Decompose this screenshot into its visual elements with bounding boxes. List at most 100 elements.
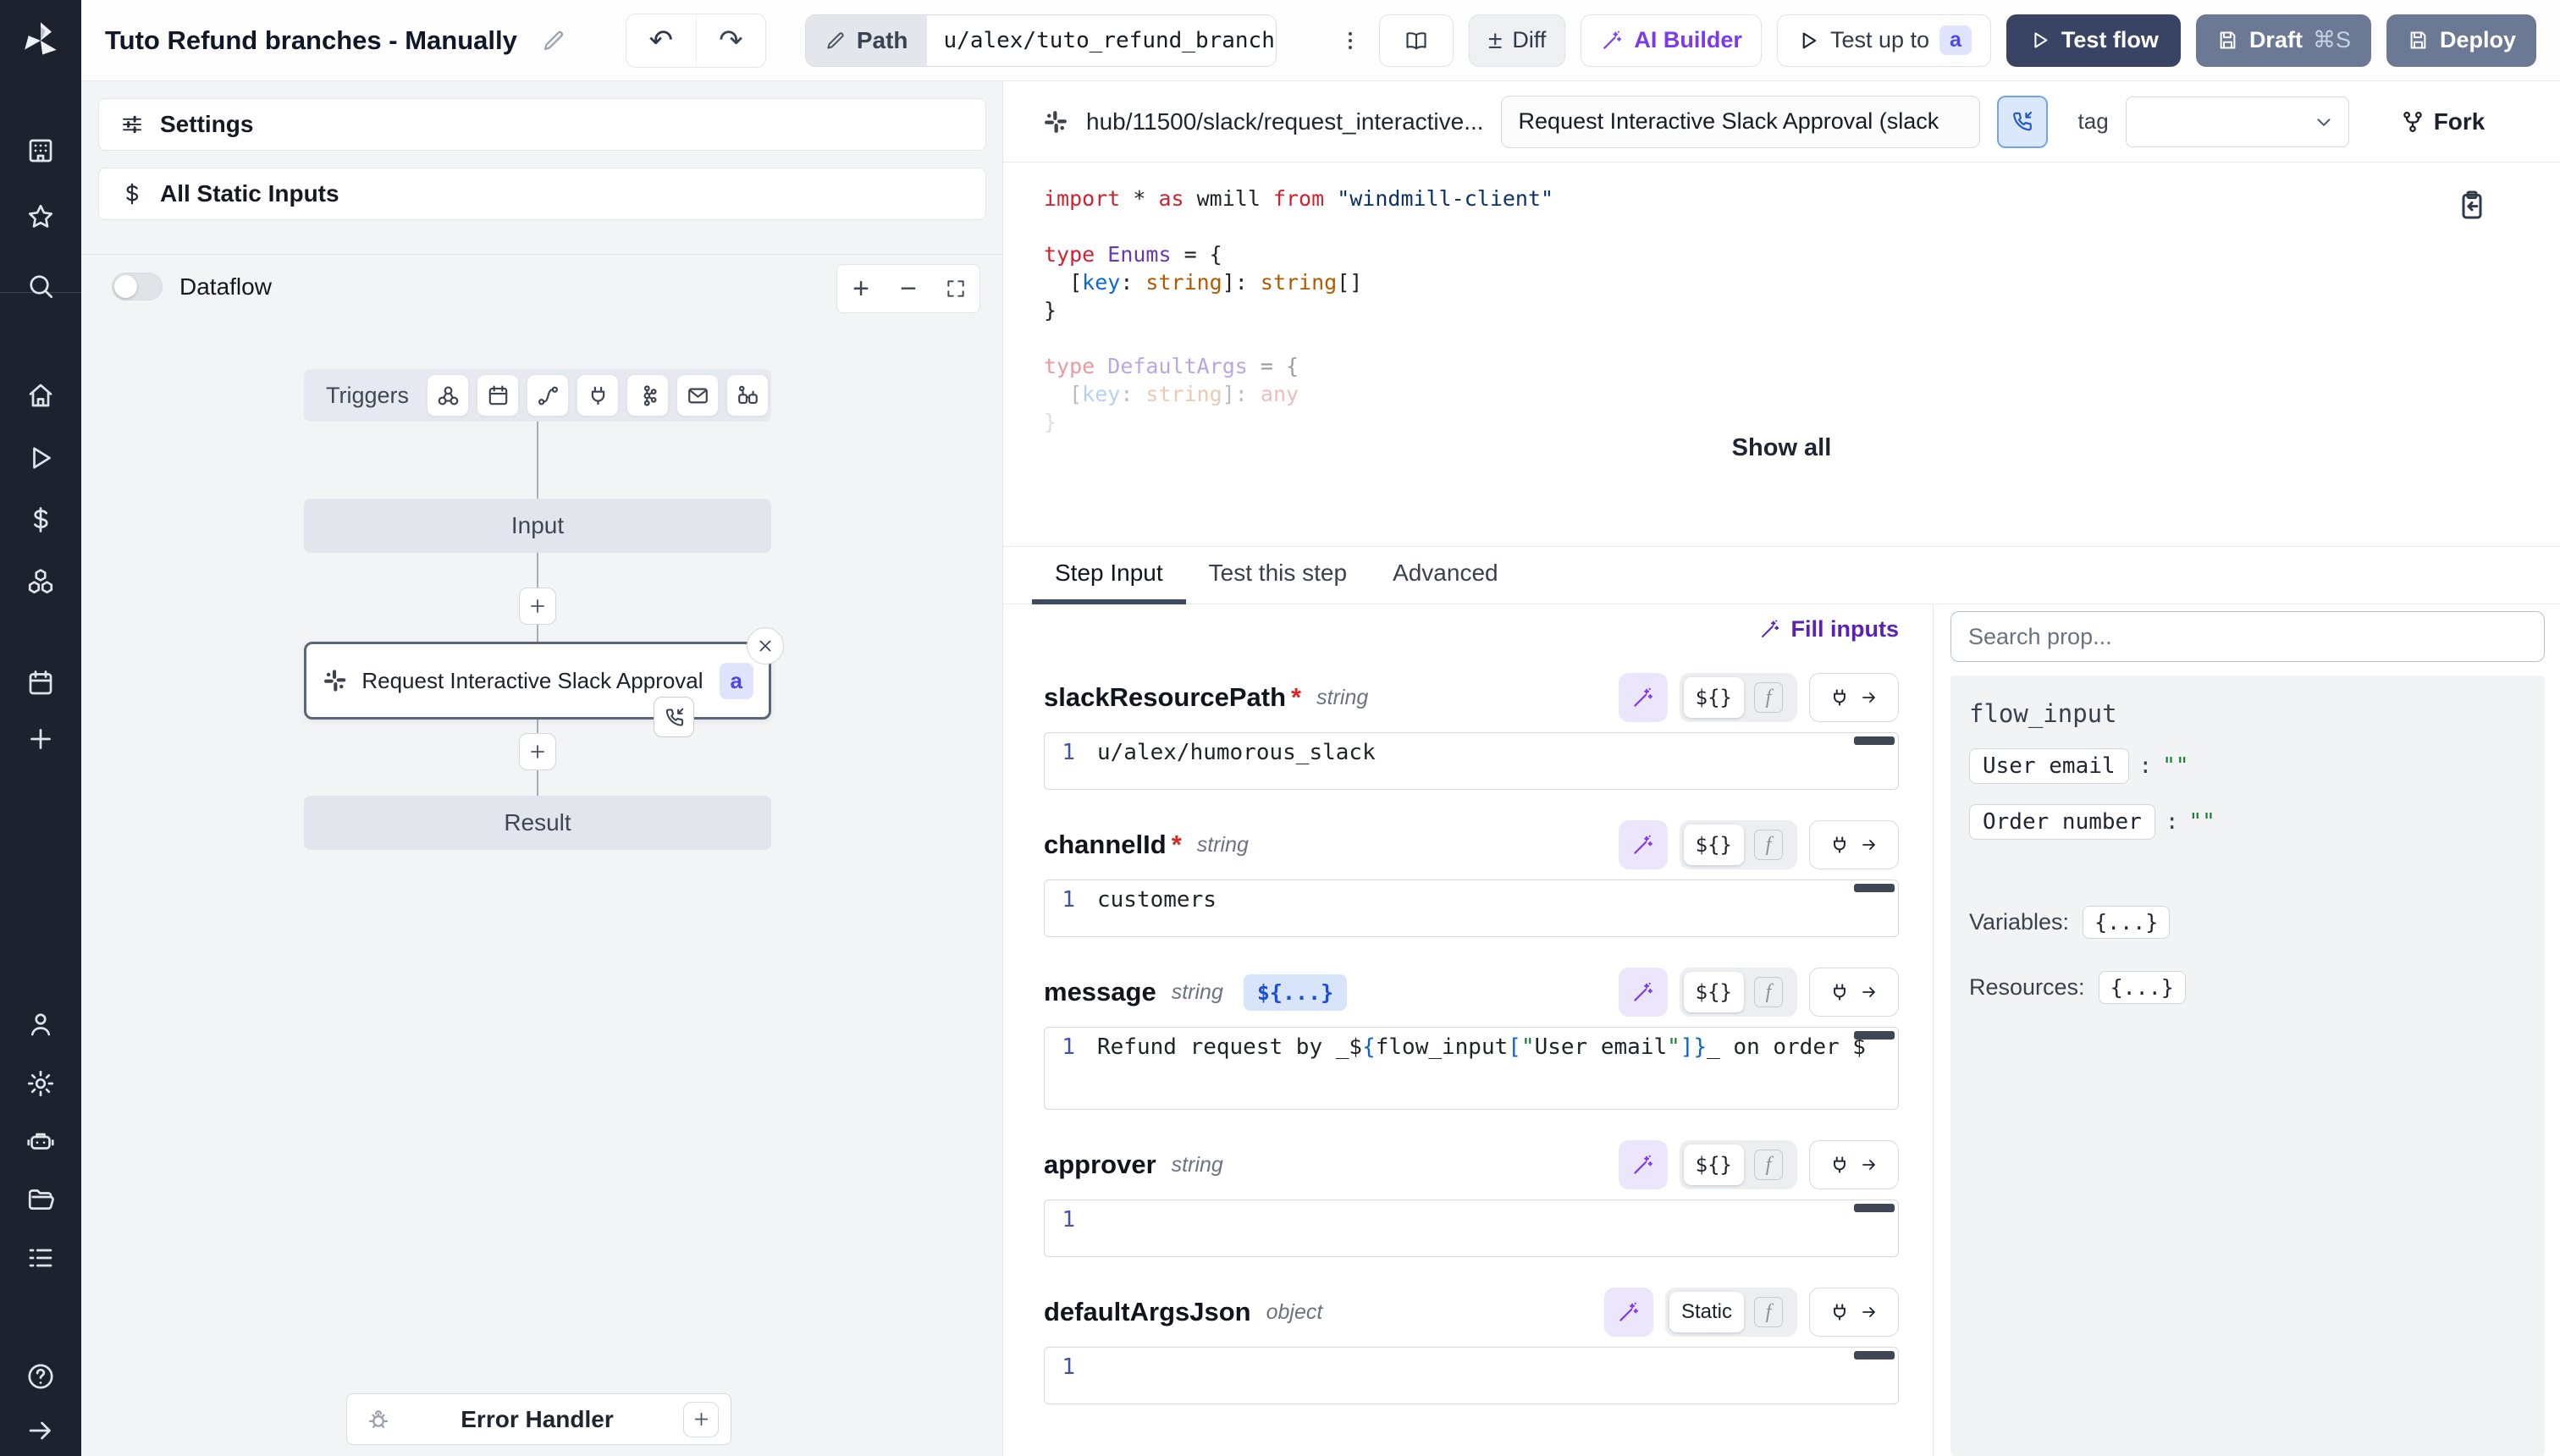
- diff-button[interactable]: ± Diff: [1469, 14, 1565, 67]
- show-all-button[interactable]: Show all: [1003, 434, 2560, 462]
- kafka-trigger-button[interactable]: [626, 374, 669, 416]
- sidebar-item-logs[interactable]: [0, 1243, 81, 1273]
- sidebar-item-resources[interactable]: [0, 566, 81, 597]
- insert-step-button[interactable]: [519, 587, 556, 625]
- dataflow-toggle[interactable]: [112, 273, 163, 301]
- draft-button[interactable]: Draft ⌘S: [2196, 14, 2371, 67]
- prop-extra-pill[interactable]: {...}: [2083, 906, 2170, 939]
- sidebar-item-workspace[interactable]: [0, 135, 81, 166]
- search-prop-input[interactable]: [1950, 611, 2545, 662]
- sidebar-item-add[interactable]: [0, 724, 81, 754]
- ai-builder-button[interactable]: AI Builder: [1581, 14, 1762, 67]
- edit-title-icon[interactable]: [541, 28, 566, 53]
- tab-advanced[interactable]: Advanced: [1370, 547, 1521, 604]
- sidebar-item-variables[interactable]: [0, 505, 81, 535]
- ai-fill-button[interactable]: [1604, 1288, 1653, 1337]
- undo-button[interactable]: ↶: [626, 14, 696, 67]
- step-name-input[interactable]: [1501, 96, 1980, 148]
- docs-button[interactable]: [1379, 14, 1454, 67]
- more-options-button[interactable]: [1337, 19, 1364, 63]
- sidebar-item-favorites[interactable]: [0, 201, 81, 232]
- fill-inputs-button[interactable]: Fill inputs: [1758, 616, 1900, 643]
- input-node[interactable]: Input: [304, 499, 771, 553]
- test-flow-button[interactable]: Test flow: [2006, 14, 2181, 67]
- sidebar-item-runs[interactable]: [0, 443, 81, 473]
- sidebar-item-user[interactable]: [0, 1009, 81, 1040]
- sidebar-item-help[interactable]: [0, 1361, 81, 1392]
- code-input-message[interactable]: 1Refund request by _${flow_input["User e…: [1044, 1027, 1899, 1110]
- paste-icon[interactable]: [2455, 188, 2489, 222]
- sidebar-item-settings[interactable]: [0, 1068, 81, 1099]
- template-mode-button[interactable]: ${}: [1684, 677, 1744, 718]
- sidebar-item-home[interactable]: [0, 380, 81, 411]
- code-input-channelId[interactable]: 1customers: [1044, 880, 1899, 937]
- triggers-node[interactable]: Triggers: [304, 369, 771, 422]
- http-route-trigger-button[interactable]: [527, 374, 569, 416]
- sidebar-item-folders[interactable]: [0, 1184, 81, 1215]
- editor-scrollbar[interactable]: [1854, 884, 1895, 892]
- static-mode-button[interactable]: Static: [1669, 1292, 1744, 1332]
- hub-script-path[interactable]: hub/11500/slack/request_interactive...: [1086, 108, 1484, 135]
- editor-scrollbar[interactable]: [1854, 1351, 1895, 1359]
- add-error-handler-button[interactable]: [683, 1402, 719, 1437]
- websocket-trigger-button[interactable]: [577, 374, 619, 416]
- ai-fill-button[interactable]: [1619, 673, 1668, 722]
- prop-extra-pill[interactable]: {...}: [2099, 971, 2186, 1004]
- remove-step-button[interactable]: [747, 627, 784, 665]
- path-value[interactable]: u/alex/tuto_refund_branches_: [927, 15, 1276, 66]
- schedule-trigger-button[interactable]: [477, 374, 519, 416]
- connect-input-button[interactable]: [1809, 673, 1899, 722]
- redo-button[interactable]: ↷: [696, 14, 765, 67]
- tab-test-this-step[interactable]: Test this step: [1186, 547, 1370, 604]
- fork-button[interactable]: Fork: [2400, 108, 2486, 135]
- result-node[interactable]: Result: [304, 796, 771, 850]
- prop-key-pill[interactable]: User email: [1969, 748, 2129, 784]
- path-field[interactable]: Path u/alex/tuto_refund_branches_: [805, 14, 1277, 67]
- sidebar-item-collapse[interactable]: [0, 1415, 81, 1446]
- function-mode-button[interactable]: f: [1754, 682, 1783, 713]
- editor-scrollbar[interactable]: [1854, 1204, 1895, 1212]
- scheduled-poll-trigger-button[interactable]: [726, 374, 769, 416]
- zoom-out-button[interactable]: −: [885, 265, 932, 312]
- insert-step-button[interactable]: [519, 733, 556, 770]
- function-mode-button[interactable]: f: [1754, 830, 1783, 860]
- flow-settings-button[interactable]: Settings: [98, 98, 986, 151]
- email-trigger-button[interactable]: [676, 374, 719, 416]
- error-handler-node[interactable]: Error Handler: [346, 1393, 731, 1445]
- sidebar-item-search[interactable]: [0, 271, 81, 301]
- webhook-trigger-button[interactable]: [427, 374, 469, 416]
- tab-step-input[interactable]: Step Input: [1032, 547, 1186, 604]
- test-up-to-button[interactable]: Test up to a: [1777, 14, 1991, 67]
- code-token: type: [1044, 242, 1095, 267]
- function-mode-button[interactable]: f: [1754, 1297, 1783, 1327]
- slack-approval-step-node[interactable]: Request Interactive Slack Approval (... …: [304, 642, 771, 720]
- editor-scrollbar[interactable]: [1854, 1031, 1895, 1040]
- code-input-approver[interactable]: 1: [1044, 1200, 1899, 1257]
- ai-fill-button[interactable]: [1619, 968, 1668, 1017]
- zoom-in-button[interactable]: +: [837, 265, 885, 312]
- all-static-inputs-button[interactable]: All Static Inputs: [98, 168, 986, 220]
- deploy-button[interactable]: Deploy: [2386, 14, 2536, 67]
- fit-view-button[interactable]: [932, 265, 979, 312]
- connect-input-button[interactable]: [1809, 820, 1899, 869]
- editor-scrollbar[interactable]: [1854, 736, 1895, 745]
- code-input-defaultArgsJson[interactable]: 1: [1044, 1347, 1899, 1404]
- template-mode-button[interactable]: ${}: [1684, 972, 1744, 1012]
- connect-input-button[interactable]: [1809, 968, 1899, 1017]
- code-input-slackResourcePath[interactable]: 1u/alex/humorous_slack: [1044, 732, 1899, 790]
- suspend-approval-button[interactable]: [1997, 96, 2048, 148]
- sidebar-item-workers[interactable]: [0, 1127, 81, 1157]
- template-mode-button[interactable]: ${}: [1684, 825, 1744, 865]
- connect-input-button[interactable]: [1809, 1140, 1899, 1189]
- windmill-logo[interactable]: [0, 0, 81, 81]
- template-mode-button[interactable]: ${}: [1684, 1144, 1744, 1185]
- connect-input-button[interactable]: [1809, 1288, 1899, 1337]
- prop-key-pill[interactable]: Order number: [1969, 804, 2155, 840]
- sidebar-item-schedules[interactable]: [0, 668, 81, 698]
- ai-fill-button[interactable]: [1619, 1140, 1668, 1189]
- function-mode-button[interactable]: f: [1754, 1150, 1783, 1180]
- ai-fill-button[interactable]: [1619, 820, 1668, 869]
- tag-select[interactable]: [2126, 97, 2349, 147]
- function-mode-button[interactable]: f: [1754, 977, 1783, 1007]
- code-editor[interactable]: import * as wmill from "windmill-client"…: [1003, 163, 2560, 433]
